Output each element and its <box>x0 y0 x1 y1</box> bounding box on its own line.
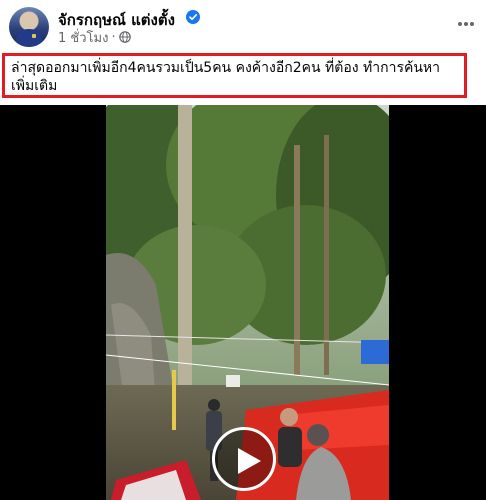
more-options-button[interactable] <box>454 14 478 34</box>
globe-icon[interactable] <box>118 31 131 43</box>
play-button[interactable] <box>212 427 276 491</box>
avatar-badge <box>32 34 36 38</box>
author-avatar[interactable] <box>9 7 49 47</box>
meta-separator: · <box>111 29 116 45</box>
post-timestamp[interactable]: 1 ชั่วโมง <box>58 27 108 48</box>
play-icon <box>238 448 261 474</box>
caption-highlight-box: ล่าสุดออกมาเพิ่มอีก4คนรวมเป็น5คน คงค้างอ… <box>2 53 467 98</box>
post-header: จักรกฤษณ์ แต่งตั้ง 1 ชั่วโมง · <box>0 0 486 50</box>
video-player[interactable] <box>0 105 486 500</box>
post-caption: ล่าสุดออกมาเพิ่มอีก4คนรวมเป็น5คน คงค้างอ… <box>11 60 441 94</box>
more-options-icon <box>458 22 474 26</box>
avatar-uniform <box>16 29 42 47</box>
verified-badge-icon <box>186 10 200 24</box>
post-meta: 1 ชั่วโมง · <box>58 28 131 46</box>
